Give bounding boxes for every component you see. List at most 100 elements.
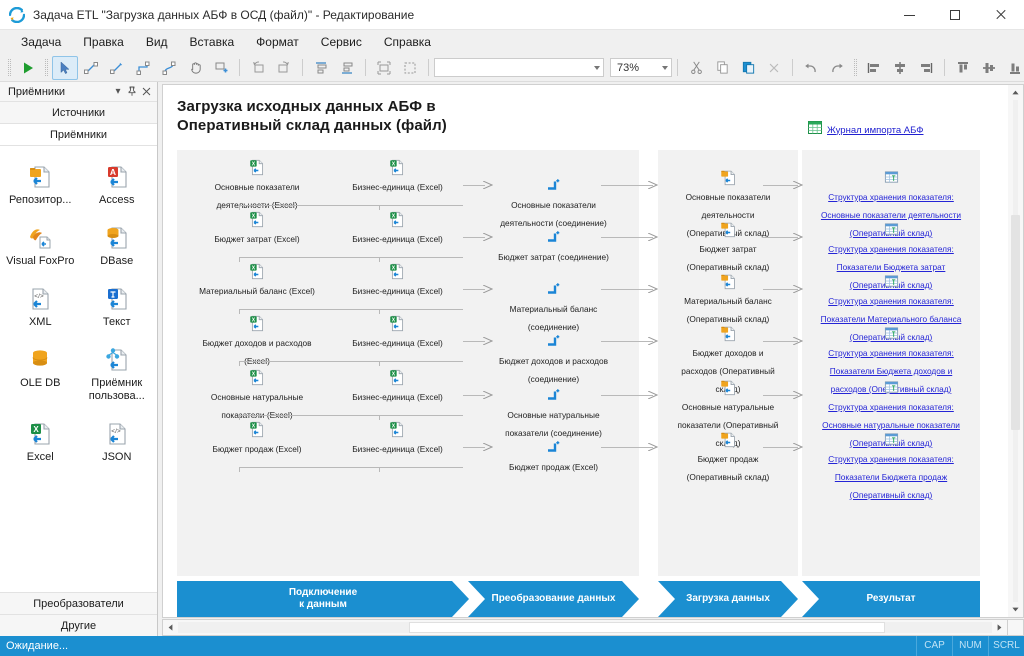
hscroll-thumb[interactable] (409, 622, 885, 633)
node-label: Бюджет затрат (соединение) (498, 252, 609, 262)
scroll-down-icon[interactable] (1008, 602, 1023, 617)
horizontal-scrollbar[interactable] (162, 619, 1008, 636)
menu-item-service[interactable]: Сервис (310, 32, 373, 52)
menu-item-format[interactable]: Формат (245, 32, 310, 52)
maximize-button[interactable] (932, 0, 978, 30)
minimize-button[interactable] (886, 0, 932, 30)
undo-button[interactable] (798, 56, 824, 80)
scroll-up-icon[interactable] (1008, 85, 1023, 100)
warehouse-target-icon (660, 377, 796, 397)
receiver-item-dbase[interactable]: DBase (79, 215, 156, 276)
receiver-item-xml[interactable]: </> XML (2, 276, 79, 337)
node-join-2[interactable]: Бюджет затрат (соединение) (470, 227, 637, 265)
menu-item-help[interactable]: Справка (373, 32, 442, 52)
run-button[interactable] (15, 56, 41, 80)
scroll-right-icon[interactable] (992, 624, 1007, 631)
panel-close-icon[interactable] (139, 85, 153, 99)
vscroll-thumb[interactable] (1011, 215, 1020, 430)
tab-transformers[interactable]: Преобразователи (0, 592, 157, 614)
journal-link-row[interactable]: Журнал импорта АБФ (808, 121, 924, 139)
window-title: Задача ETL "Загрузка данных АБФ в ОСД (ф… (33, 7, 415, 22)
svg-text:</>: </> (35, 293, 45, 300)
distribute-middle-icon[interactable] (976, 56, 1002, 80)
cut-button[interactable] (683, 56, 709, 80)
node-warehouse-3[interactable]: Материальный баланс (Оперативный склад) (660, 271, 796, 327)
distribute-bottom-icon[interactable] (1002, 56, 1024, 80)
fit-selection-icon[interactable] (371, 56, 397, 80)
toolbar-grip[interactable] (8, 59, 11, 76)
straight-connector-tool[interactable] (78, 56, 104, 80)
zoom-combo[interactable]: 73% (610, 58, 672, 77)
node-source-2[interactable]: X Бюджет затрат (Excel) (187, 209, 327, 247)
receiver-item-user[interactable]: Приёмник пользова... (79, 337, 156, 411)
node-join-3[interactable]: Материальный баланс (соединение) (470, 279, 637, 335)
align-bottom-icon[interactable] (334, 56, 360, 80)
node-businessunit-5[interactable]: X Бизнес-единица (Excel) (335, 367, 460, 405)
node-businessunit-1[interactable]: X Бизнес-единица (Excel) (335, 157, 460, 195)
menu-item-view[interactable]: Вид (135, 32, 179, 52)
node-businessunit-4[interactable]: X Бизнес-единица (Excel) (335, 313, 460, 351)
diagram-canvas[interactable]: Загрузка исходных данных АБФ в Оперативны… (162, 84, 1008, 618)
arrow-connector-tool[interactable] (104, 56, 130, 80)
node-join-1[interactable]: Основные показатели деятельности (соедине… (470, 175, 637, 231)
menu-item-insert[interactable]: Вставка (179, 32, 246, 52)
elbow-connector-tool[interactable] (130, 56, 156, 80)
copy-button[interactable] (709, 56, 735, 80)
add-shape-icon[interactable] (208, 56, 234, 80)
select-tool[interactable] (52, 55, 78, 80)
paste-button[interactable] (735, 56, 761, 80)
align-top-icon[interactable] (308, 56, 334, 80)
menu-item-task[interactable]: Задача (10, 32, 72, 52)
status-cap: CAP (916, 636, 952, 656)
align-center-icon[interactable] (887, 56, 913, 80)
tab-sources[interactable]: Источники (0, 102, 157, 124)
select-all-icon[interactable] (397, 56, 423, 80)
rotate-right-icon[interactable] (271, 56, 297, 80)
align-left-icon[interactable] (861, 56, 887, 80)
stage-banner-transform[interactable]: Преобразование данных (468, 581, 639, 617)
node-join-5[interactable]: Основные натуральные показатели (соединен… (470, 385, 637, 441)
node-structure-6[interactable]: Структура хранения показателя: Показатели… (804, 429, 978, 503)
stage-banner-result[interactable]: Результат (802, 581, 980, 617)
align-right-icon[interactable] (913, 56, 939, 80)
tab-others[interactable]: Другие (0, 614, 157, 636)
connector-line (239, 415, 463, 416)
stage-banner-connection[interactable]: Подключение к данным (177, 581, 469, 617)
panel-menu-button[interactable]: ▾ (111, 85, 125, 99)
hand-icon[interactable] (182, 56, 208, 80)
node-businessunit-3[interactable]: X Бизнес-единица (Excel) (335, 261, 460, 299)
tab-receivers[interactable]: Приёмники (0, 124, 157, 146)
receiver-item-foxpro[interactable]: Visual FoxPro (2, 215, 79, 276)
receiver-item-repository[interactable]: Репозитор... (2, 154, 79, 215)
curved-connector-tool[interactable] (156, 56, 182, 80)
node-warehouse-6[interactable]: Бюджет продаж (Оперативный склад) (660, 429, 796, 485)
delete-button[interactable] (761, 56, 787, 80)
toolbar-grip-2[interactable] (45, 59, 48, 76)
distribute-top-icon[interactable] (950, 56, 976, 80)
vertical-scrollbar[interactable] (1008, 84, 1024, 618)
node-label[interactable]: Структура хранения показателя: Показатели… (828, 454, 954, 500)
node-source-6[interactable]: X Бюджет продаж (Excel) (187, 419, 327, 457)
scroll-left-icon[interactable] (163, 624, 178, 631)
receiver-item-text[interactable]: Текст (79, 276, 156, 337)
node-businessunit-2[interactable]: X Бизнес-единица (Excel) (335, 209, 460, 247)
toolbar-grip-3[interactable] (854, 59, 857, 76)
node-join-4[interactable]: Бюджет доходов и расходов (соединение) (470, 331, 637, 387)
panel-pin-icon[interactable] (125, 85, 139, 99)
redo-button[interactable] (824, 56, 850, 80)
node-warehouse-2[interactable]: Бюджет затрат (Оперативный склад) (660, 219, 796, 275)
stage-banner-load[interactable]: Загрузка данных (658, 581, 798, 617)
receiver-item-oledb[interactable]: OLE DB (2, 337, 79, 411)
receiver-item-excel[interactable]: X Excel (2, 411, 79, 472)
node-source-3[interactable]: X Материальный баланс (Excel) (187, 261, 327, 299)
node-join-6[interactable]: Бюджет продаж (Excel) (470, 437, 637, 475)
warehouse-target-icon (660, 271, 796, 291)
menu-item-edit[interactable]: Правка (72, 32, 135, 52)
journal-link-text[interactable]: Журнал импорта АБФ (827, 125, 924, 136)
rotate-left-icon[interactable] (245, 56, 271, 80)
close-button[interactable] (978, 0, 1024, 30)
node-businessunit-6[interactable]: X Бизнес-единица (Excel) (335, 419, 460, 457)
receiver-item-access[interactable]: A Access (79, 154, 156, 215)
receiver-item-json[interactable]: </> JSON (79, 411, 156, 472)
style-combo[interactable] (434, 58, 604, 77)
